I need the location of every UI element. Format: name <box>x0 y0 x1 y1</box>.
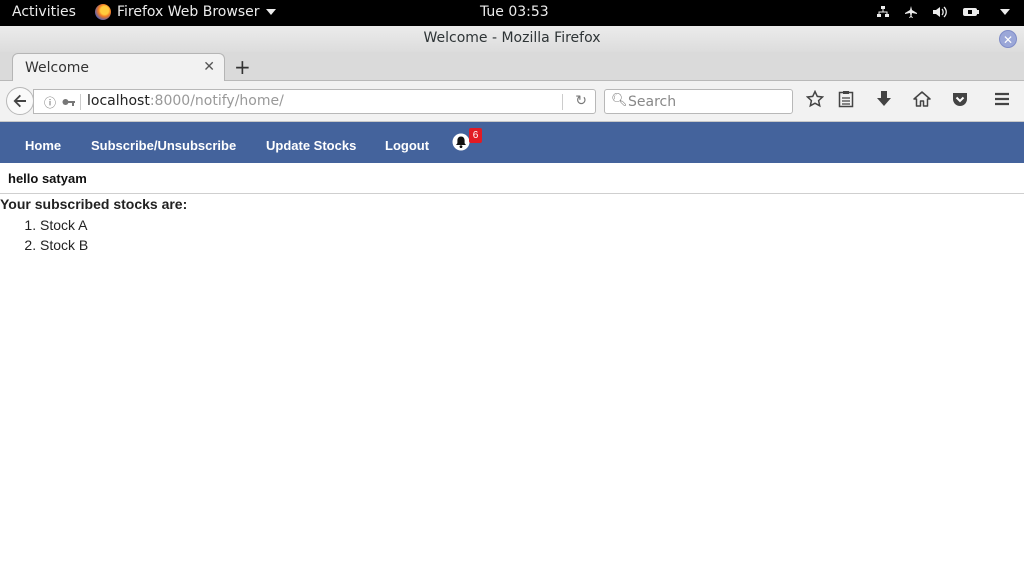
reading-list-icon[interactable] <box>838 90 854 108</box>
tab-close-icon[interactable]: ✕ <box>203 59 215 75</box>
notification-badge[interactable]: 6 <box>469 128 482 143</box>
network-icon <box>877 6 889 17</box>
nav-logout-link[interactable]: Logout <box>385 138 429 153</box>
status-area[interactable] <box>876 5 1010 19</box>
app-menu[interactable]: Firefox Web Browser <box>95 4 276 20</box>
window-close-button[interactable]: ✕ <box>999 30 1017 48</box>
notification-bell-icon[interactable] <box>452 133 470 151</box>
subscribed-stocks-heading: Your subscribed stocks are: <box>0 196 188 212</box>
tab-welcome[interactable]: Welcome ✕ <box>12 53 225 81</box>
search-box[interactable]: 🔍︎ <box>604 89 793 114</box>
url-separator <box>80 94 81 110</box>
url-host: localhost <box>87 93 150 109</box>
content-divider <box>0 193 1024 194</box>
search-input[interactable] <box>628 92 788 111</box>
pocket-icon[interactable] <box>951 90 969 108</box>
bookmark-star-icon[interactable] <box>806 90 824 108</box>
key-icon[interactable] <box>62 96 76 108</box>
app-menu-label: Firefox Web Browser <box>117 4 260 20</box>
new-tab-button[interactable]: + <box>234 55 251 79</box>
nav-home-link[interactable]: Home <box>25 138 61 153</box>
nav-toolbar: ⓘ localhost:8000/notify/home/ ↻ 🔍︎ <box>0 81 1024 122</box>
volume-icon <box>933 6 947 18</box>
system-menu-chevron-icon <box>1000 9 1010 15</box>
chevron-down-icon <box>265 9 276 15</box>
home-icon[interactable] <box>913 90 931 108</box>
info-icon[interactable]: ⓘ <box>44 94 56 111</box>
battery-icon <box>963 8 979 16</box>
window-title: Welcome - Mozilla Firefox <box>423 30 601 46</box>
system-top-bar: Activities Firefox Web Browser Tue 03:53 <box>0 0 1024 26</box>
tab-strip: Welcome ✕ + <box>0 52 1024 81</box>
clock[interactable]: Tue 03:53 <box>480 4 549 20</box>
list-item: Stock A <box>40 216 88 236</box>
reload-separator <box>562 94 563 110</box>
list-item: Stock B <box>40 236 88 256</box>
airplane-mode-icon <box>905 6 917 18</box>
user-greeting: hello satyam <box>8 171 87 186</box>
url-path: :8000/notify/home/ <box>149 93 284 109</box>
nav-subscribe-link[interactable]: Subscribe/Unsubscribe <box>91 138 236 153</box>
search-icon: 🔍︎ <box>611 93 628 108</box>
reload-icon[interactable]: ↻ <box>575 93 587 109</box>
tab-title: Welcome <box>25 60 90 76</box>
window-titlebar[interactable]: Welcome - Mozilla Firefox ✕ <box>0 26 1024 52</box>
back-arrow-icon <box>13 94 26 108</box>
url-bar[interactable]: ⓘ localhost:8000/notify/home/ ↻ <box>33 89 596 114</box>
back-button[interactable] <box>6 87 34 115</box>
firefox-logo-icon <box>95 4 111 20</box>
hamburger-menu-icon[interactable] <box>993 90 1011 108</box>
url-text[interactable]: localhost:8000/notify/home/ <box>87 93 284 109</box>
site-navbar: Home Subscribe/Unsubscribe Update Stocks… <box>0 122 1024 163</box>
downloads-icon[interactable] <box>876 90 892 108</box>
subscribed-stock-list: Stock A Stock B <box>40 216 88 256</box>
nav-update-stocks-link[interactable]: Update Stocks <box>266 138 356 153</box>
activities-button[interactable]: Activities <box>12 4 76 20</box>
